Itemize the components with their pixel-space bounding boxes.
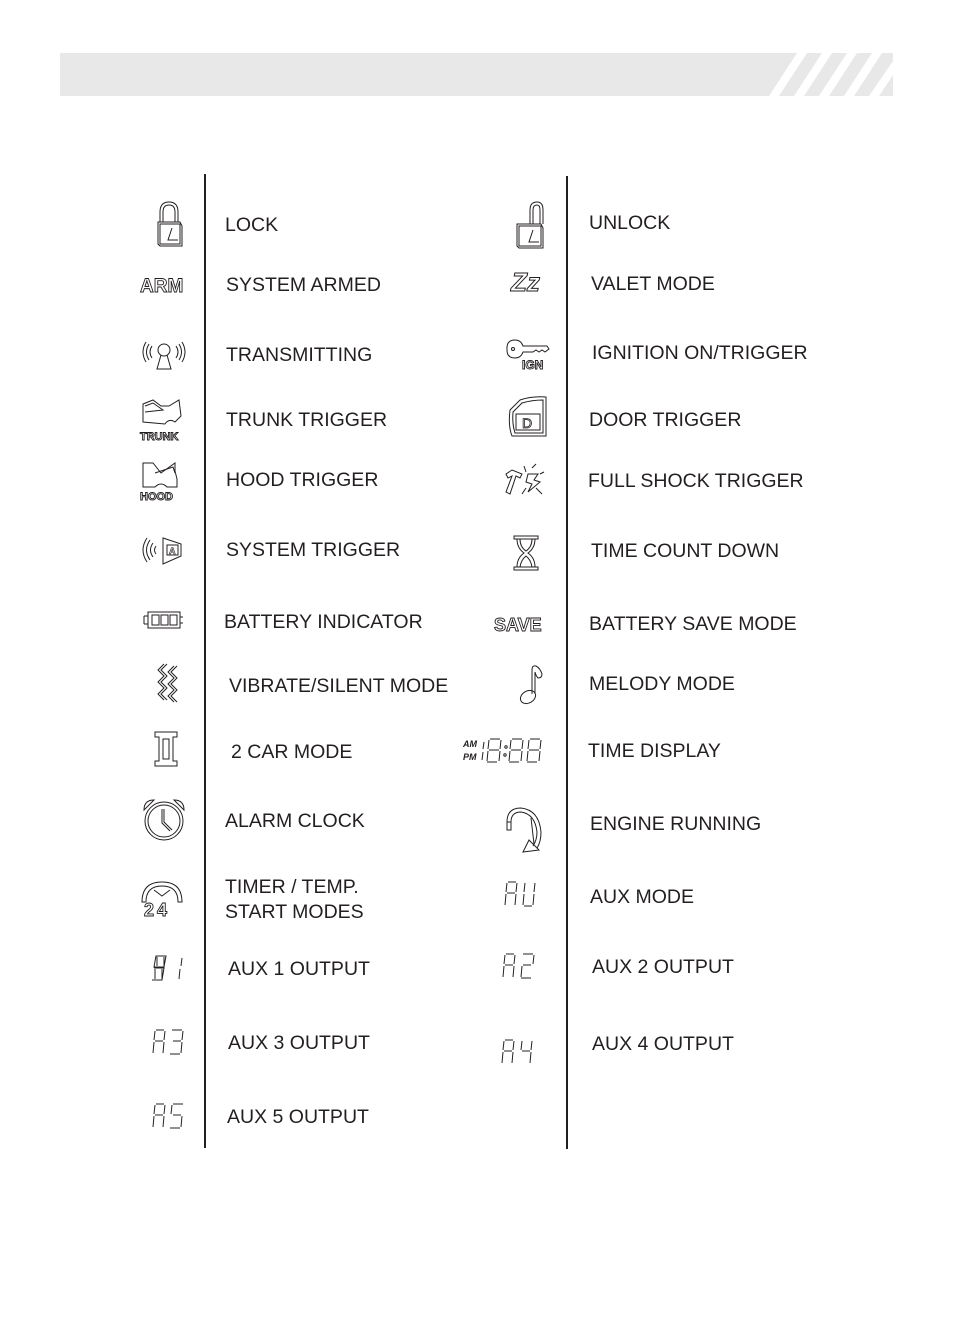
- aux3-icon: [150, 1028, 190, 1058]
- time-display-icon: AM PM: [462, 737, 549, 765]
- aux-mode-label: AUX MODE: [590, 886, 695, 908]
- transmitting-label: TRANSMITTING: [226, 344, 373, 366]
- lock-icon: [152, 200, 186, 250]
- right-column-divider: [566, 176, 568, 1149]
- valet-mode-label: VALET MODE: [591, 273, 715, 295]
- unlock-label: UNLOCK: [589, 212, 671, 234]
- battery-indicator-label: BATTERY INDICATOR: [224, 611, 423, 633]
- svg-text:A: A: [169, 546, 176, 556]
- header-banner: [60, 53, 893, 96]
- transmitting-icon: [139, 336, 189, 372]
- hood-trigger-label: HOOD TRIGGER: [226, 469, 379, 491]
- time-display-label: TIME DISPLAY: [588, 740, 721, 762]
- aux2-output-label: AUX 2 OUTPUT: [592, 956, 734, 978]
- trunk-icon-text: TRUNK: [140, 431, 179, 443]
- hourglass-icon: [511, 534, 541, 572]
- ign-icon-text: IGN: [522, 358, 543, 372]
- shock-icon: [504, 464, 546, 500]
- save-icon: SAVE: [493, 612, 549, 636]
- melody-mode-label: MELODY MODE: [589, 673, 735, 695]
- left-column-divider: [204, 174, 206, 1148]
- aux1-icon: [150, 954, 190, 984]
- two-car-icon: [152, 730, 182, 770]
- aux4-icon: [499, 1038, 539, 1068]
- system-trigger-icon: A: [139, 534, 185, 568]
- battery-icon: [143, 609, 185, 631]
- aux1-output-label: AUX 1 OUTPUT: [228, 958, 370, 980]
- arm-icon: ARM: [139, 272, 189, 298]
- trunk-icon: TRUNK: [139, 398, 185, 444]
- hood-icon: HOOD: [139, 459, 185, 505]
- aux3-output-label: AUX 3 OUTPUT: [228, 1032, 370, 1054]
- timer-temp-label-line2: START MODES: [225, 901, 364, 923]
- timer-24-icon: 24: [138, 876, 186, 920]
- header-stripes-decoration: [769, 53, 893, 96]
- full-shock-trigger-label: FULL SHOCK TRIGGER: [588, 470, 804, 492]
- door-icon: D: [506, 396, 550, 440]
- vibrate-silent-label: VIBRATE/SILENT MODE: [229, 675, 449, 697]
- aux2-icon: [500, 952, 540, 982]
- vibrate-icon: [156, 662, 184, 706]
- engine-running-label: ENGINE RUNNING: [590, 813, 762, 835]
- pm-indicator: PM: [463, 752, 477, 762]
- alarm-clock-label: ALARM CLOCK: [225, 810, 365, 832]
- door-icon-text: D: [522, 415, 532, 431]
- ignition-key-icon: IGN: [505, 338, 551, 372]
- engine-running-icon: [503, 804, 545, 854]
- time-count-down-label: TIME COUNT DOWN: [591, 540, 780, 562]
- music-note-icon: [518, 664, 546, 706]
- timer-icon-text: 24: [144, 900, 170, 920]
- ignition-label: IGNITION ON/TRIGGER: [592, 342, 808, 364]
- unlock-icon: [513, 200, 547, 252]
- trunk-trigger-label: TRUNK TRIGGER: [226, 409, 388, 431]
- lock-label: LOCK: [225, 214, 279, 236]
- system-trigger-label: SYSTEM TRIGGER: [226, 539, 401, 561]
- valet-icon-text: Zz: [510, 267, 540, 297]
- aux4-output-label: AUX 4 OUTPUT: [592, 1033, 734, 1055]
- timer-temp-label-line1: TIMER / TEMP.: [225, 876, 359, 898]
- save-icon-text: SAVE: [494, 615, 542, 635]
- arm-icon-text: ARM: [140, 276, 183, 297]
- hood-icon-text: HOOD: [140, 491, 173, 503]
- two-car-mode-label: 2 CAR MODE: [231, 741, 353, 763]
- battery-save-mode-label: BATTERY SAVE MODE: [589, 613, 797, 635]
- aux5-icon: [150, 1102, 190, 1132]
- door-trigger-label: DOOR TRIGGER: [589, 409, 742, 431]
- aux5-output-label: AUX 5 OUTPUT: [227, 1106, 369, 1128]
- aux-mode-icon: [502, 880, 542, 910]
- alarm-clock-icon: [140, 796, 188, 844]
- system-armed-label: SYSTEM ARMED: [226, 274, 381, 296]
- am-indicator: AM: [462, 739, 477, 749]
- valet-zz-icon: Zz: [509, 265, 553, 309]
